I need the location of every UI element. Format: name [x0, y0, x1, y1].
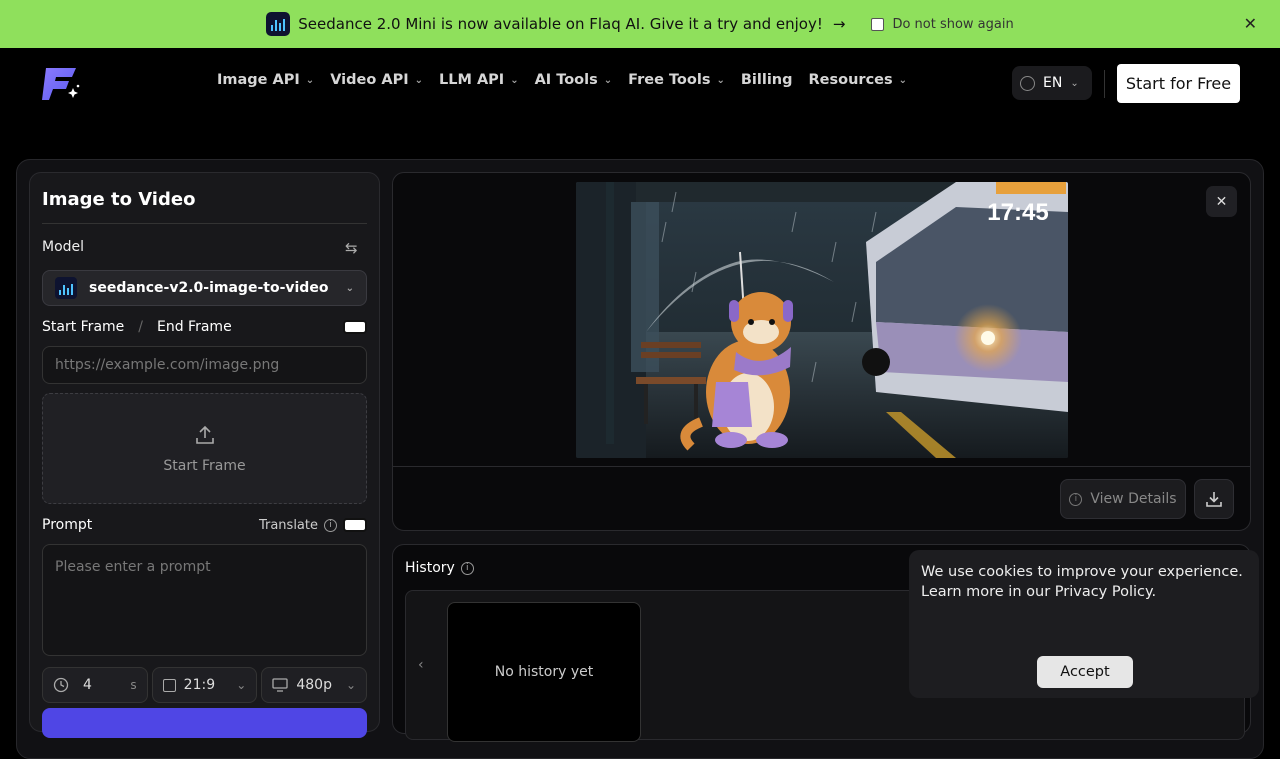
resolution-value: 480p — [296, 677, 332, 693]
view-details-label: View Details — [1090, 491, 1177, 507]
seedance-model-icon — [55, 277, 77, 299]
prompt-label: Prompt — [42, 517, 93, 533]
chevron-down-icon: ⌄ — [603, 74, 613, 86]
clock-overlay: 17:45 — [987, 199, 1048, 226]
announcement-banner: Seedance 2.0 Mini is now available on Fl… — [0, 0, 1280, 48]
model-select-value: seedance-v2.0-image-to-video — [89, 280, 329, 296]
dont-show-label[interactable]: Do not show again — [892, 17, 1013, 32]
duration-unit: s — [130, 678, 137, 692]
seedance-logo-icon — [266, 12, 291, 36]
main-menu: Image API ⌄ Video API ⌄ LLM API ⌄ AI Tools ⌄… — [217, 72, 907, 88]
generation-params: 4 s 21:9 ⌄ 480p ⌄ — [42, 667, 368, 703]
clock-icon — [53, 677, 69, 693]
view-details-button[interactable]: i View Details — [1060, 479, 1186, 519]
history-title-label: History — [405, 560, 455, 576]
translate-label: Translate — [258, 517, 318, 533]
monitor-icon — [272, 678, 288, 692]
cookie-text: We use cookies to improve your experienc… — [921, 564, 1243, 600]
top-nav: Image API ⌄ Video API ⌄ LLM API ⌄ AI Tools ⌄… — [0, 48, 1280, 120]
frame-separator: / — [138, 319, 143, 335]
banner-message[interactable]: Seedance 2.0 Mini is now available on Fl… — [298, 15, 823, 33]
frame-tabs: Start Frame / End Frame — [42, 317, 367, 337]
download-icon — [1206, 492, 1222, 507]
chevron-down-icon: ⌄ — [1070, 77, 1079, 89]
info-icon[interactable]: i — [460, 561, 474, 575]
duration-value: 4 — [83, 677, 92, 693]
aspect-ratio-value: 21:9 — [183, 677, 216, 693]
chevron-down-icon: ⌄ — [898, 74, 908, 86]
divider — [42, 223, 367, 224]
translate-option: Translate i — [259, 518, 337, 533]
nav-ai-tools[interactable]: AI Tools ⌄ — [535, 72, 613, 88]
download-button[interactable] — [1194, 479, 1234, 519]
history-empty-text: No history yet — [494, 664, 594, 680]
chevron-down-icon: ⌄ — [345, 282, 354, 294]
chevron-down-icon: ⌄ — [305, 74, 315, 86]
nav-divider — [1104, 70, 1105, 98]
generate-button[interactable] — [42, 708, 367, 738]
history-title: History i — [405, 560, 474, 576]
start-for-free-button[interactable]: Start for Free — [1117, 64, 1240, 103]
cat-umbrella-illustration: 17:45 — [576, 182, 1068, 458]
accept-cookies-button[interactable]: Accept — [1037, 656, 1133, 688]
language-selector[interactable]: EN ⌄ — [1012, 66, 1092, 100]
generator-panel: Image to Video Model ⇆ seedance-v2.0-ima… — [29, 172, 380, 738]
preview-divider — [393, 466, 1250, 467]
prompt-header: Prompt Translate i — [42, 515, 367, 535]
translate-toggle[interactable] — [343, 518, 367, 532]
duration-input[interactable]: 4 s — [42, 667, 148, 703]
chevron-down-icon: ⌄ — [236, 678, 247, 692]
dont-show-checkbox[interactable] — [871, 17, 885, 31]
chevron-down-icon: ⌄ — [716, 74, 725, 86]
prompt-textarea[interactable]: Please enter a prompt — [42, 544, 367, 656]
nav-video-api[interactable]: Video API ⌄ — [330, 72, 423, 88]
flaq-logo-icon[interactable] — [40, 64, 82, 104]
chevron-down-icon: ⌄ — [414, 74, 423, 86]
end-frame-toggle[interactable] — [343, 320, 367, 334]
model-select[interactable]: seedance-v2.0-image-to-video ⌄ — [42, 270, 367, 306]
info-icon[interactable]: i — [324, 518, 337, 532]
image-url-input[interactable]: https://example.com/image.png — [42, 346, 367, 384]
upload-icon — [195, 425, 214, 444]
tab-end-frame[interactable]: End Frame — [157, 319, 232, 335]
preview-panel: 17:45 ✕ i View Details — [392, 172, 1251, 531]
close-preview-icon[interactable]: ✕ — [1206, 186, 1237, 217]
history-empty-card: No history yet — [447, 602, 641, 742]
aspect-ratio-select[interactable]: 21:9 ⌄ — [151, 667, 258, 703]
info-icon: i — [1069, 492, 1083, 506]
model-label: Model — [42, 239, 85, 255]
arrow-right-icon[interactable]: → — [833, 15, 846, 33]
resolution-select[interactable]: 480p ⌄ — [261, 667, 368, 703]
panel-title: Image to Video — [42, 189, 196, 210]
nav-billing[interactable]: Billing — [741, 72, 793, 88]
nav-free-tools[interactable]: Free Tools ⌄ — [628, 72, 725, 88]
chevron-left-icon[interactable]: ‹ — [418, 657, 424, 673]
preview-video[interactable]: 17:45 — [576, 182, 1068, 458]
globe-icon — [1020, 75, 1035, 91]
cookie-banner: We use cookies to improve your experienc… — [909, 550, 1259, 698]
chevron-down-icon: ⌄ — [510, 74, 519, 86]
aspect-ratio-icon — [162, 678, 176, 692]
tab-start-frame[interactable]: Start Frame — [42, 319, 124, 335]
nav-resources[interactable]: Resources ⌄ — [809, 72, 908, 88]
swap-icon[interactable]: ⇆ — [345, 239, 358, 257]
chevron-down-icon: ⌄ — [345, 678, 357, 692]
nav-image-api[interactable]: Image API ⌄ — [217, 72, 314, 88]
start-frame-upload[interactable]: Start Frame — [42, 393, 367, 504]
banner-close-icon[interactable]: ✕ — [1244, 14, 1257, 33]
dont-show-again[interactable]: Do not show again — [871, 17, 1014, 32]
nav-llm-api[interactable]: LLM API ⌄ — [439, 72, 519, 88]
upload-label: Start Frame — [163, 457, 246, 474]
language-label: EN — [1043, 75, 1063, 91]
